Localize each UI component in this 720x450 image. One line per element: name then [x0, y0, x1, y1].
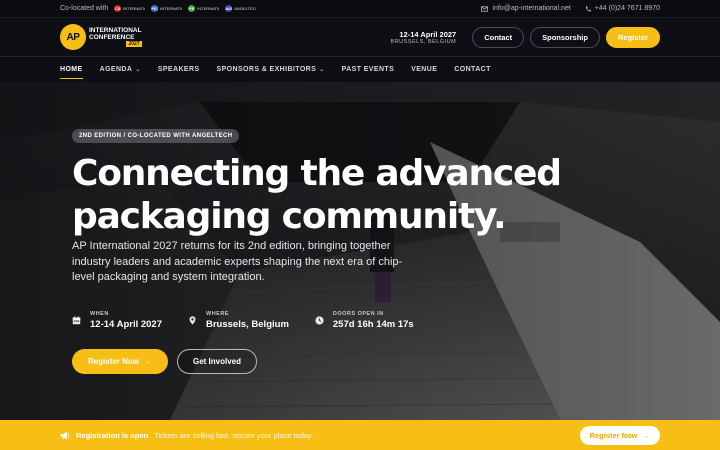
email-link[interactable]: info@ap-international.net — [481, 5, 571, 12]
arrow-right-icon: → — [144, 357, 153, 366]
phone-icon — [585, 6, 591, 11]
fact-when-value: 12-14 April 2027 — [90, 319, 162, 330]
top-utility-bar: Co-located with CS INTERNATIONAL CONFERE… — [0, 0, 720, 18]
event-date-location: 12-14 April 2027 BRUSSELS, BELGIUM — [391, 30, 457, 45]
nav-item-home[interactable]: HOME — [60, 57, 83, 82]
hero-cta-group: Register Now → Get Involved — [72, 349, 257, 374]
registration-banner: Registration is open Tickets are selling… — [0, 420, 720, 450]
envelope-icon — [481, 5, 489, 12]
fact-countdown-label: DOORS OPEN IN — [332, 311, 384, 317]
colocated-logo-ais[interactable]: AIS ANGELTECH SUMMIT — [225, 5, 256, 12]
chevron-down-icon: ⌄ — [135, 67, 141, 73]
event-facts: WHEN 12-14 April 2027 WHERE Brussels, Be… — [72, 311, 414, 330]
fact-where-label: WHERE — [206, 311, 229, 317]
nav-item-sponsors-exhibitors[interactable]: SPONSORS & EXHIBITORS ⌄ — [217, 57, 325, 82]
nav-item-venue[interactable]: VENUE — [411, 57, 437, 82]
site-header: AP INTERNATIONAL CONFERENCE 2027 12-14 A… — [0, 18, 720, 57]
colocated-logo-cs[interactable]: CS INTERNATIONAL CONFERENCE — [114, 5, 145, 12]
nav-item-past-events[interactable]: PAST EVENTS — [342, 57, 395, 82]
colocated-logo-pe[interactable]: PE INTERNATIONAL CONFERENCE — [188, 5, 219, 12]
nav-item-agenda[interactable]: AGENDA ⌄ — [100, 57, 141, 82]
event-date: 12-14 April 2027 — [399, 29, 457, 39]
edition-badge: 2ND EDITION / CO-LOCATED WITH ANGELTECH — [72, 129, 240, 143]
registration-status-bold: Registration is open — [76, 430, 149, 440]
colocated-logo-pic[interactable]: PIC INTERNATIONAL CONFERENCE — [151, 5, 182, 12]
fact-where-value: Brussels, Belgium — [206, 319, 289, 330]
megaphone-icon — [60, 431, 70, 439]
fact-countdown: DOORS OPEN IN 257d 16h 14m 17s — [315, 311, 414, 330]
clock-icon — [315, 316, 324, 325]
contact-button[interactable]: Contact — [472, 26, 525, 48]
colocated-label: Co-located with — [60, 5, 109, 12]
calendar-icon — [72, 316, 81, 325]
registration-status-text: Tickets are selling fast, secure your pl… — [154, 430, 314, 440]
hero-subtitle: AP International 2027 returns for its 2n… — [72, 240, 403, 283]
main-nav: HOME AGENDA ⌄ SPEAKERS SPONSORS & EXHIBIT… — [0, 57, 720, 82]
logo-mark: AP — [60, 24, 86, 50]
arrow-right-icon: → — [642, 430, 651, 440]
event-location: BRUSSELS, BELGIUM — [390, 38, 457, 45]
contact-info: info@ap-international.net +44 (0)24 7671… — [481, 5, 660, 12]
logo-wordmark: INTERNATIONAL CONFERENCE 2027 — [89, 27, 142, 47]
colocated-events: Co-located with CS INTERNATIONAL CONFERE… — [60, 5, 256, 12]
nav-item-speakers[interactable]: SPEAKERS — [158, 57, 200, 82]
fact-when-label: WHEN — [90, 311, 109, 317]
phone-link[interactable]: +44 (0)24 7671 8970 — [585, 5, 660, 12]
header-actions: 12-14 April 2027 BRUSSELS, BELGIUM Conta… — [391, 26, 660, 48]
fact-when: WHEN 12-14 April 2027 — [72, 311, 162, 330]
hero-headline: Connecting the advanced packaging commun… — [72, 153, 562, 237]
register-button[interactable]: Register — [605, 26, 660, 48]
banner-register-now-button[interactable]: Register Now → — [579, 425, 660, 445]
registration-status: Registration is open Tickets are selling… — [60, 431, 313, 440]
nav-item-contact[interactable]: CONTACT — [454, 57, 491, 82]
register-now-button[interactable]: Register Now → — [72, 349, 168, 374]
sponsorship-button[interactable]: Sponsorship — [530, 26, 600, 48]
map-pin-icon — [189, 316, 196, 325]
get-involved-button[interactable]: Get Involved — [177, 349, 257, 374]
chevron-down-icon: ⌄ — [319, 67, 325, 73]
site-logo[interactable]: AP INTERNATIONAL CONFERENCE 2027 — [60, 24, 142, 50]
countdown-timer: 257d 16h 14m 17s — [332, 319, 414, 330]
hero-section: 2ND EDITION / CO-LOCATED WITH ANGELTECH … — [0, 82, 720, 420]
fact-where: WHERE Brussels, Belgium — [188, 311, 289, 330]
